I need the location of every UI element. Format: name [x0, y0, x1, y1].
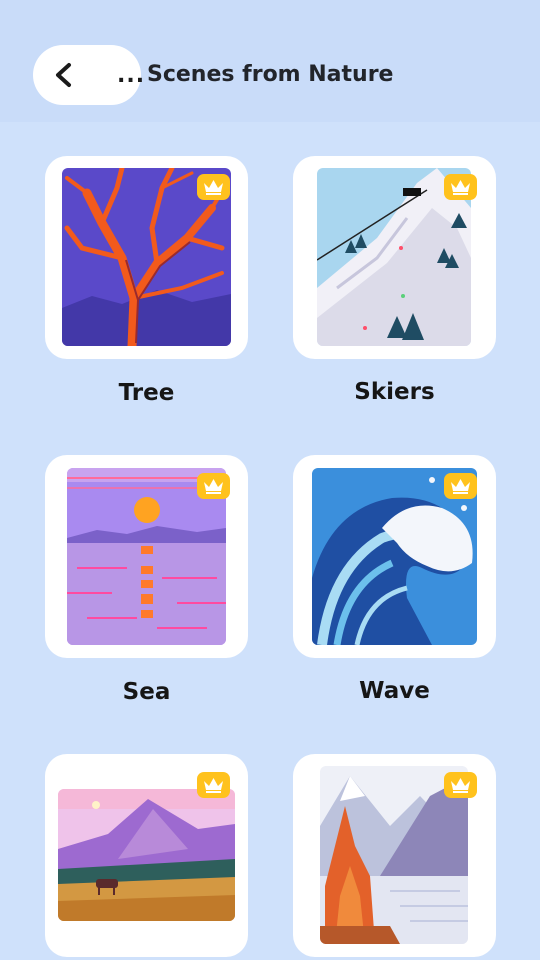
premium-badge	[444, 473, 477, 499]
scene-label-wave: Wave	[359, 678, 430, 704]
scene-card-lake[interactable]	[293, 754, 496, 957]
premium-badge	[444, 772, 477, 798]
premium-badge	[197, 772, 230, 798]
scene-card-wave[interactable]	[293, 455, 496, 658]
top-bar: ... Scenes from Nature	[0, 0, 540, 122]
scene-card-tree[interactable]	[45, 156, 248, 359]
scene-thumbnail-meadow	[58, 789, 235, 921]
crown-icon	[451, 479, 470, 494]
scene-label-skiers: Skiers	[354, 379, 435, 405]
premium-badge	[197, 473, 230, 499]
crown-icon	[451, 778, 470, 793]
chevron-left-icon	[56, 63, 71, 87]
scene-card-skiers[interactable]	[293, 156, 496, 359]
crown-icon	[451, 180, 470, 195]
crown-icon	[204, 479, 223, 494]
scene-label-tree: Tree	[118, 380, 175, 406]
back-button[interactable]: ...	[33, 45, 144, 105]
crown-icon	[204, 180, 223, 195]
scene-card-meadow[interactable]	[45, 754, 248, 957]
crown-icon	[204, 778, 223, 793]
back-ellipsis: ...	[117, 63, 146, 88]
premium-badge	[444, 174, 477, 200]
scene-label-sea: Sea	[122, 679, 171, 705]
premium-badge	[197, 174, 230, 200]
page-title: Scenes from Nature	[147, 62, 394, 87]
scene-card-sea[interactable]	[45, 455, 248, 658]
